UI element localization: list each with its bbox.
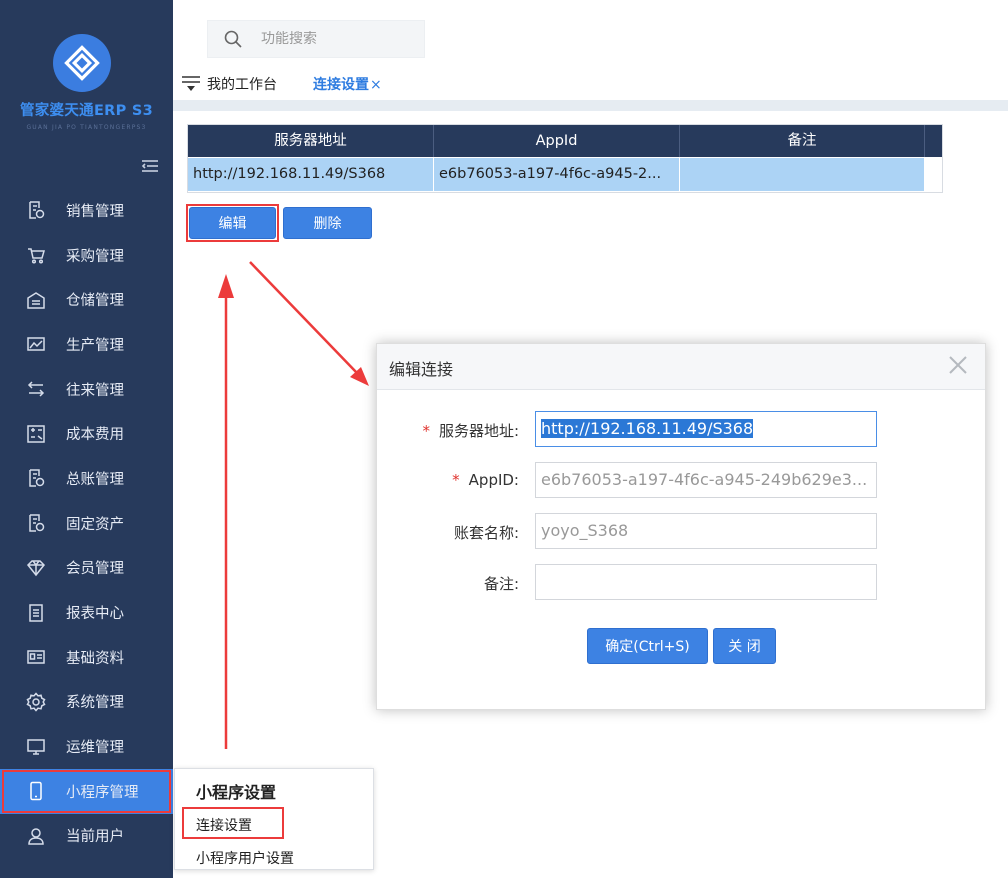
sidebar-item-label: 基础资料: [66, 650, 124, 667]
tab-label: 连接设置: [313, 77, 369, 93]
miniprogram-submenu: 小程序设置 连接设置 小程序用户设置: [174, 768, 374, 870]
function-search[interactable]: [207, 20, 425, 58]
sidebar-item-fixed-assets[interactable]: 固定资产: [0, 501, 173, 546]
diamond-icon: [25, 557, 47, 579]
edit-button[interactable]: 编辑: [189, 207, 276, 239]
ledger-icon: [25, 467, 47, 489]
collapse-menu-icon[interactable]: [140, 158, 160, 174]
remark-field[interactable]: [535, 564, 877, 600]
close-button[interactable]: 关 闭: [713, 628, 776, 664]
arrow-to-dialog: [249, 261, 369, 386]
cell-appid: e6b76053-a197-4f6c-a945-2...: [434, 158, 680, 191]
required-mark: *: [422, 422, 430, 440]
sidebar-item-label: 仓储管理: [66, 293, 124, 310]
connection-table: 服务器地址 AppId 备注 http://192.168.11.49/S368…: [187, 124, 943, 193]
column-header-appid[interactable]: AppId: [434, 125, 680, 157]
edit-connection-dialog: 编辑连接 * 服务器地址: http://192.168.11.49/S368 *…: [376, 343, 986, 710]
sidebar-item-ledger[interactable]: 总账管理: [0, 456, 173, 501]
sidebar-menu: 销售管理 采购管理 仓储管理 生产管理 往来管理 成本费用 总账管理 固定资产: [0, 188, 173, 858]
sidebar-item-basic-data[interactable]: 基础资料: [0, 635, 173, 680]
sidebar-item-label: 系统管理: [66, 695, 124, 712]
table-header: 服务器地址 AppId 备注: [188, 125, 942, 157]
server-address-label: * 服务器地址:: [422, 422, 519, 440]
form-row-server: * 服务器地址: http://192.168.11.49/S368: [377, 411, 985, 449]
account-set-field[interactable]: yoyo_S368: [535, 513, 877, 549]
sidebar-item-label: 总账管理: [66, 471, 124, 488]
sidebar-item-label: 当前用户: [66, 829, 124, 846]
calculator-icon: [25, 423, 47, 445]
remark-label: 备注:: [483, 575, 519, 593]
sidebar-item-label: 固定资产: [66, 516, 124, 533]
brand-logo-icon: [53, 34, 111, 92]
close-icon[interactable]: [947, 354, 969, 376]
sidebar-item-reports[interactable]: 报表中心: [0, 590, 173, 635]
column-header-remark[interactable]: 备注: [680, 125, 925, 157]
sidebar-item-cost[interactable]: 成本费用: [0, 411, 173, 456]
sales-doc-icon: [25, 199, 47, 221]
required-mark: *: [452, 471, 460, 489]
monitor-icon: [25, 736, 47, 758]
form-row-account: 账套名称: yoyo_S368: [377, 513, 985, 551]
asset-icon: [25, 512, 47, 534]
sidebar-item-current-user[interactable]: 当前用户: [0, 814, 173, 859]
report-icon: [25, 602, 47, 624]
phone-icon: [25, 780, 47, 802]
sidebar-item-label: 成本费用: [66, 427, 124, 444]
column-header-server[interactable]: 服务器地址: [188, 125, 434, 157]
cell-server: http://192.168.11.49/S368: [188, 158, 434, 191]
account-set-label: 账套名称:: [453, 524, 519, 542]
tab-close-icon[interactable]: ×: [370, 77, 382, 93]
sidebar-item-label: 销售管理: [66, 203, 124, 220]
submenu-item-connection-settings[interactable]: 连接设置: [196, 815, 252, 835]
sidebar-item-ops[interactable]: 运维管理: [0, 724, 173, 769]
appid-label: * AppID:: [452, 471, 519, 489]
warehouse-icon: [25, 289, 47, 311]
tab-menu-icon[interactable]: [181, 75, 201, 93]
tab-workbench[interactable]: 我的工作台: [207, 74, 277, 94]
sidebar-item-purchase[interactable]: 采购管理: [0, 233, 173, 278]
id-card-icon: [25, 646, 47, 668]
user-icon: [25, 825, 47, 847]
sidebar-item-miniprogram[interactable]: 小程序管理: [0, 768, 173, 814]
sidebar-item-label: 运维管理: [66, 740, 124, 757]
dialog-header: 编辑连接: [377, 344, 985, 390]
sidebar-item-label: 小程序管理: [66, 784, 139, 801]
search-input[interactable]: [261, 31, 411, 47]
brand-subtitle: GUAN JIA PO TIANTONGERPS3: [26, 124, 147, 131]
server-address-field[interactable]: http://192.168.11.49/S368: [535, 411, 877, 447]
confirm-button[interactable]: 确定(Ctrl+S): [587, 628, 708, 664]
sidebar-item-label: 会员管理: [66, 561, 124, 578]
sidebar-item-label: 采购管理: [66, 248, 124, 265]
form-row-appid: * AppID: e6b76053-a197-4f6c-a945-249b629e…: [377, 462, 985, 500]
exchange-icon: [25, 378, 47, 400]
dialog-title: 编辑连接: [389, 360, 454, 379]
content-divider: [173, 100, 1008, 111]
sidebar-item-label: 生产管理: [66, 337, 124, 354]
table-row[interactable]: http://192.168.11.49/S368 e6b76053-a197-…: [188, 158, 925, 191]
sidebar-item-system[interactable]: 系统管理: [0, 680, 173, 725]
sidebar-item-members[interactable]: 会员管理: [0, 546, 173, 591]
sidebar-item-production[interactable]: 生产管理: [0, 322, 173, 367]
sidebar-item-label: 报表中心: [66, 606, 124, 623]
sidebar: 管家婆天通ERP S3 GUAN JIA PO TIANTONGERPS3 销售…: [0, 0, 173, 878]
sidebar-item-warehouse[interactable]: 仓储管理: [0, 277, 173, 322]
tab-connection-settings[interactable]: 连接设置×: [313, 74, 382, 102]
appid-field[interactable]: e6b76053-a197-4f6c-a945-249b629e3...: [535, 462, 877, 498]
submenu-item-user-settings[interactable]: 小程序用户设置: [196, 848, 294, 868]
sidebar-item-contacts[interactable]: 往来管理: [0, 367, 173, 412]
arrow-up: [218, 274, 234, 749]
search-icon: [223, 29, 243, 49]
sidebar-item-label: 往来管理: [66, 382, 124, 399]
submenu-title: 小程序设置: [196, 783, 277, 802]
form-row-remark: 备注:: [377, 564, 985, 602]
cell-remark: [680, 158, 925, 191]
gear-icon: [25, 691, 47, 713]
delete-button[interactable]: 删除: [283, 207, 372, 239]
factory-icon: [25, 333, 47, 355]
tab-bar: 我的工作台 连接设置×: [173, 66, 1008, 102]
sidebar-item-sales[interactable]: 销售管理: [0, 188, 173, 233]
cart-icon: [25, 244, 47, 266]
brand-name: 管家婆天通ERP S3: [19, 103, 154, 119]
